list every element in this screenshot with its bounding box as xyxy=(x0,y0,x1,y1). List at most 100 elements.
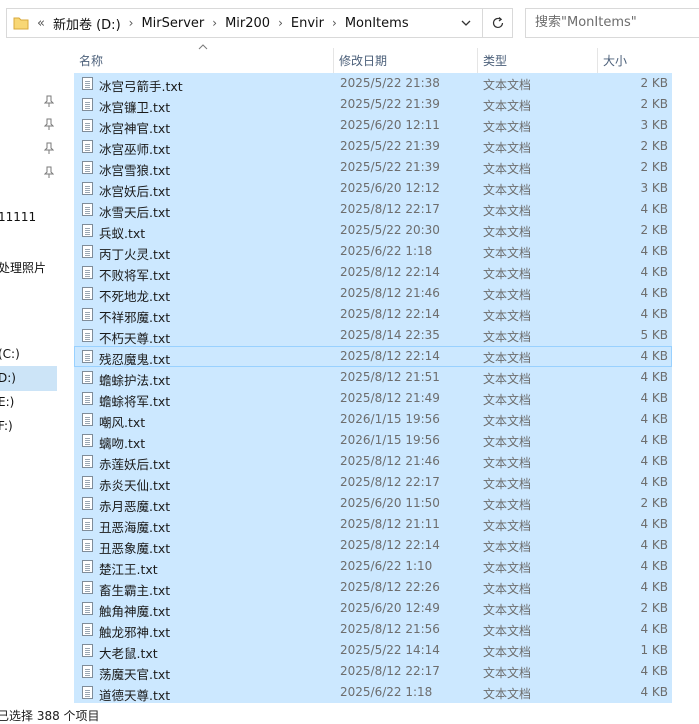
file-name: 嘲风.txt xyxy=(99,415,146,430)
file-size: 4 KB xyxy=(640,664,668,678)
breadcrumb-item-envir[interactable]: Envir xyxy=(291,16,324,31)
refresh-icon xyxy=(492,17,504,29)
file-row[interactable]: 道德天尊.txt 2025/6/22 1:18 文本文档 4 KB xyxy=(74,682,672,703)
chevron-right-icon[interactable]: › xyxy=(332,16,337,30)
file-size: 2 KB xyxy=(640,160,668,174)
file-type: 文本文档 xyxy=(483,624,532,638)
file-type: 文本文档 xyxy=(483,561,532,575)
file-row[interactable]: 蟾蜍将军.txt 2025/8/12 21:49 文本文档 4 KB xyxy=(74,388,672,409)
breadcrumb-item-monitems[interactable]: MonItems xyxy=(345,16,409,31)
column-date[interactable]: 修改日期 xyxy=(334,48,477,74)
pin-icon[interactable] xyxy=(43,166,55,178)
file-name: 冰宫镰卫.txt xyxy=(99,100,171,115)
file-name: 蟾蜍护法.txt xyxy=(99,373,171,388)
file-row[interactable]: 大老鼠.txt 2025/5/22 14:14 文本文档 1 KB xyxy=(74,640,672,661)
file-row[interactable]: 冰雪天后.txt 2025/8/12 22:17 文本文档 4 KB xyxy=(74,199,672,220)
search-input[interactable]: 搜索"MonItems" xyxy=(525,8,699,38)
file-row[interactable]: 赤月恶魔.txt 2025/6/20 11:50 文本文档 2 KB xyxy=(74,493,672,514)
file-date: 2025/8/12 22:26 xyxy=(340,580,440,594)
pin-icon[interactable] xyxy=(43,118,55,130)
nav-item-11111[interactable]: 11111 xyxy=(0,210,36,224)
file-row[interactable]: 残忍魔鬼.txt 2025/8/12 22:14 文本文档 4 KB xyxy=(74,346,672,367)
file-size: 4 KB xyxy=(640,412,668,426)
text-file-icon xyxy=(82,224,93,237)
column-header: 名称 修改日期 类型 大小 xyxy=(74,44,699,74)
file-date: 2025/8/12 22:14 xyxy=(340,538,440,552)
file-type: 文本文档 xyxy=(483,414,532,428)
file-row[interactable]: 丑恶海魔.txt 2025/8/12 21:11 文本文档 4 KB xyxy=(74,514,672,535)
refresh-button[interactable] xyxy=(482,8,513,38)
file-row[interactable]: 不死地龙.txt 2025/8/12 21:46 文本文档 4 KB xyxy=(74,283,672,304)
file-name: 冰宫雪狼.txt xyxy=(99,163,171,178)
file-row[interactable]: 冰宫巫师.txt 2025/5/22 21:39 文本文档 2 KB xyxy=(74,136,672,157)
navigation-pane: 11111 处理照片 (C:) D:) E:) F:) xyxy=(0,48,57,703)
file-date: 2025/8/12 22:14 xyxy=(340,307,440,321)
file-type: 文本文档 xyxy=(483,267,532,281)
file-type: 文本文档 xyxy=(483,582,532,596)
breadcrumb-item-drive[interactable]: 新加卷 (D:) xyxy=(53,14,121,33)
file-row[interactable]: 冰宫神官.txt 2025/6/20 12:11 文本文档 3 KB xyxy=(74,115,672,136)
file-size: 1 KB xyxy=(640,643,668,657)
file-name: 赤月恶魔.txt xyxy=(99,499,171,514)
file-name: 兵蚁.txt xyxy=(99,226,146,241)
file-row[interactable]: 赤莲妖后.txt 2025/8/12 21:46 文本文档 4 KB xyxy=(74,451,672,472)
pin-icon[interactable] xyxy=(43,142,55,154)
file-date: 2025/6/22 1:18 xyxy=(340,244,433,258)
file-date: 2025/8/12 22:17 xyxy=(340,202,440,216)
text-file-icon xyxy=(82,560,93,573)
file-name: 冰宫弓箭手.txt xyxy=(99,79,183,94)
file-row[interactable]: 冰宫弓箭手.txt 2025/5/22 21:38 文本文档 2 KB xyxy=(74,73,672,94)
file-name: 触角神魔.txt xyxy=(99,604,171,619)
file-type: 文本文档 xyxy=(483,330,532,344)
file-row[interactable]: 触角神魔.txt 2025/6/20 12:49 文本文档 2 KB xyxy=(74,598,672,619)
chevron-right-icon[interactable]: › xyxy=(129,16,134,30)
nav-item-photos[interactable]: 处理照片 xyxy=(0,259,46,276)
file-date: 2025/5/22 14:14 xyxy=(340,643,440,657)
nav-item-drive-e[interactable]: E:) xyxy=(0,395,14,409)
status-text: 已选择 388 个项目 xyxy=(0,709,100,723)
file-row[interactable]: 触龙邪神.txt 2025/8/12 21:56 文本文档 4 KB xyxy=(74,619,672,640)
breadcrumb-overflow[interactable]: « xyxy=(37,16,45,31)
file-row[interactable]: 冰宫镰卫.txt 2025/5/22 21:39 文本文档 2 KB xyxy=(74,94,672,115)
file-row[interactable]: 嘲风.txt 2026/1/15 19:56 文本文档 4 KB xyxy=(74,409,672,430)
file-date: 2026/1/15 19:56 xyxy=(340,433,440,447)
file-row[interactable]: 赤炎天仙.txt 2025/8/12 22:17 文本文档 4 KB xyxy=(74,472,672,493)
file-row[interactable]: 丙丁火灵.txt 2025/6/22 1:18 文本文档 4 KB xyxy=(74,241,672,262)
file-row[interactable]: 不败将军.txt 2025/8/12 22:14 文本文档 4 KB xyxy=(74,262,672,283)
column-name[interactable]: 名称 xyxy=(74,48,333,74)
chevron-right-icon[interactable]: › xyxy=(212,16,217,30)
pin-icon[interactable] xyxy=(43,95,55,107)
file-row[interactable]: 蟾蜍护法.txt 2025/8/12 21:51 文本文档 4 KB xyxy=(74,367,672,388)
file-date: 2025/6/20 12:49 xyxy=(340,601,440,615)
file-row[interactable]: 荡魔天官.txt 2025/8/12 22:17 文本文档 4 KB xyxy=(74,661,672,682)
chevron-down-icon[interactable] xyxy=(458,15,474,31)
column-size[interactable]: 大小 xyxy=(598,48,699,74)
file-row[interactable]: 冰宫雪狼.txt 2025/5/22 21:39 文本文档 2 KB xyxy=(74,157,672,178)
breadcrumb-item-mirserver[interactable]: MirServer xyxy=(141,16,204,31)
file-row[interactable]: 不祥邪魔.txt 2025/8/12 22:14 文本文档 4 KB xyxy=(74,304,672,325)
file-name: 冰宫神官.txt xyxy=(99,121,171,136)
nav-item-drive-f[interactable]: F:) xyxy=(0,419,13,433)
file-row[interactable]: 螭吻.txt 2026/1/15 19:56 文本文档 4 KB xyxy=(74,430,672,451)
text-file-icon xyxy=(82,161,93,174)
file-row[interactable]: 兵蚁.txt 2025/5/22 20:30 文本文档 2 KB xyxy=(74,220,672,241)
nav-item-drive-d[interactable]: D:) xyxy=(0,371,16,385)
text-file-icon xyxy=(82,140,93,153)
chevron-right-icon[interactable]: › xyxy=(278,16,283,30)
file-row[interactable]: 楚江王.txt 2025/6/22 1:10 文本文档 4 KB xyxy=(74,556,672,577)
nav-item-drive-c[interactable]: (C:) xyxy=(0,347,20,361)
file-row[interactable]: 丑恶象魔.txt 2025/8/12 22:14 文本文档 4 KB xyxy=(74,535,672,556)
file-row[interactable]: 冰宫妖后.txt 2025/6/20 12:12 文本文档 3 KB xyxy=(74,178,672,199)
file-size: 4 KB xyxy=(640,433,668,447)
breadcrumb-item-mir200[interactable]: Mir200 xyxy=(225,16,270,31)
file-row[interactable]: 不朽天尊.txt 2025/8/14 22:35 文本文档 5 KB xyxy=(74,325,672,346)
address-bar[interactable]: « 新加卷 (D:) › MirServer › Mir200 › Envir … xyxy=(6,8,513,38)
file-date: 2025/8/12 22:17 xyxy=(340,475,440,489)
file-row[interactable]: 畜生霸主.txt 2025/8/12 22:26 文本文档 4 KB xyxy=(74,577,672,598)
column-type[interactable]: 类型 xyxy=(478,48,597,74)
file-date: 2025/6/20 12:12 xyxy=(340,181,440,195)
text-file-icon xyxy=(82,644,93,657)
file-name: 冰宫巫师.txt xyxy=(99,142,171,157)
text-file-icon xyxy=(82,665,93,678)
file-date: 2025/5/22 21:39 xyxy=(340,139,440,153)
